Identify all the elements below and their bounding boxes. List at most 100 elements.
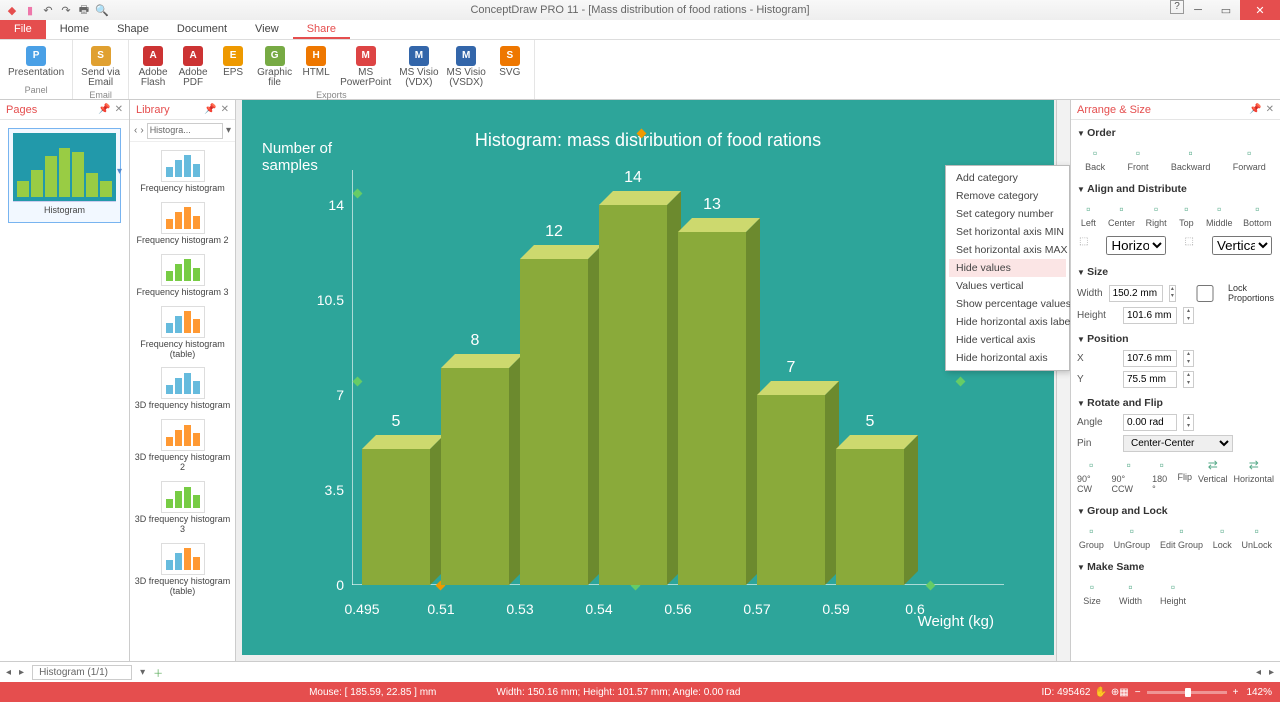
flip-action[interactable]: ⇄Vertical xyxy=(1198,458,1228,494)
height-input[interactable] xyxy=(1123,307,1177,324)
lock-proportions-checkbox[interactable] xyxy=(1188,285,1222,302)
arrange-action[interactable]: ▫Back xyxy=(1085,146,1105,172)
position-section[interactable]: Position xyxy=(1077,330,1274,348)
library-item[interactable]: Frequency histogram 3 xyxy=(130,250,235,302)
arrange-action[interactable]: ▫Group xyxy=(1079,524,1104,550)
tab-share[interactable]: Share xyxy=(293,20,350,39)
redo-icon[interactable]: ↷ xyxy=(60,4,72,16)
ribbon-item[interactable]: SSend viaEmail xyxy=(81,42,120,88)
save-icon[interactable]: ▮ xyxy=(24,4,36,16)
pin-icon[interactable]: 📌 xyxy=(1249,104,1261,115)
close-icon[interactable]: ✕ xyxy=(221,104,229,115)
ribbon-item[interactable]: PPresentation xyxy=(8,42,64,83)
library-item[interactable]: 3D frequency histogram xyxy=(130,363,235,415)
ribbon-item[interactable]: MMSPowerPoint xyxy=(340,42,391,88)
arrange-action[interactable]: ▫Top xyxy=(1177,202,1195,228)
x-spinner[interactable]: ▴▾ xyxy=(1183,350,1194,367)
selection-handle[interactable] xyxy=(353,189,363,199)
context-menu-item[interactable]: Hide horizontal axis xyxy=(949,349,1066,367)
preview-icon[interactable]: 🔍 xyxy=(96,4,108,16)
height-spinner[interactable]: ▴▾ xyxy=(1183,307,1194,324)
chart[interactable]: Histogram: mass distribution of food rat… xyxy=(242,100,1054,655)
arrange-action[interactable]: ▫Bottom xyxy=(1243,202,1272,228)
y-input[interactable] xyxy=(1123,371,1177,388)
page-thumbnail[interactable]: ▾ Histogram xyxy=(8,128,121,223)
scroll-right-icon[interactable]: ▸ xyxy=(1269,667,1274,678)
context-menu-item[interactable]: Remove category xyxy=(949,187,1066,205)
zoom-out-icon[interactable]: − xyxy=(1135,687,1141,698)
align-section[interactable]: Align and Distribute xyxy=(1077,180,1274,198)
arrange-action[interactable]: ▫Forward xyxy=(1233,146,1266,172)
context-menu-item[interactable]: Set horizontal axis MIN xyxy=(949,223,1066,241)
rotate-section[interactable]: Rotate and Flip xyxy=(1077,394,1274,412)
expand-icon[interactable]: ▾ xyxy=(117,166,122,177)
pin-icon[interactable]: 📌 xyxy=(204,104,216,115)
arrange-action[interactable]: ▫UnLock xyxy=(1242,524,1273,550)
close-icon[interactable]: ✕ xyxy=(115,104,123,115)
undo-icon[interactable]: ↶ xyxy=(42,4,54,16)
angle-input[interactable] xyxy=(1123,414,1177,431)
zoom-slider[interactable] xyxy=(1147,691,1227,694)
library-item[interactable]: Frequency histogram 2 xyxy=(130,198,235,250)
context-menu-item[interactable]: Set horizontal axis MAX xyxy=(949,241,1066,259)
arrange-action[interactable]: ▫Center xyxy=(1108,202,1135,228)
context-menu-item[interactable]: Set category number xyxy=(949,205,1066,223)
y-spinner[interactable]: ▴▾ xyxy=(1183,371,1194,388)
ribbon-item[interactable]: EEPS xyxy=(217,42,249,88)
library-selector[interactable]: Histogra... xyxy=(147,123,223,139)
arrange-action[interactable]: ▫Middle xyxy=(1206,202,1233,228)
library-item[interactable]: Frequency histogram (table) xyxy=(130,302,235,364)
size-section[interactable]: Size xyxy=(1077,263,1274,281)
tab-file[interactable]: File xyxy=(0,20,46,39)
canvas-area[interactable]: Histogram: mass distribution of food rat… xyxy=(236,100,1070,661)
tab-shape[interactable]: Shape xyxy=(103,20,163,39)
arrange-action[interactable]: ▫Size xyxy=(1083,580,1101,606)
arrange-action[interactable]: ▫Width xyxy=(1119,580,1142,606)
library-item[interactable]: 3D frequency histogram 2 xyxy=(130,415,235,477)
selection-handle[interactable] xyxy=(926,581,936,591)
library-item[interactable]: Frequency histogram xyxy=(130,146,235,198)
arrange-action[interactable]: ▫Edit Group xyxy=(1160,524,1203,550)
ribbon-item[interactable]: MMS Visio(VDX) xyxy=(399,42,438,88)
library-item[interactable]: 3D frequency histogram 3 xyxy=(130,477,235,539)
group-section[interactable]: Group and Lock xyxy=(1077,502,1274,520)
context-menu-item[interactable]: Values vertical xyxy=(949,277,1066,295)
arrange-action[interactable]: ▫Backward xyxy=(1171,146,1211,172)
prev-page-icon[interactable]: ◂ xyxy=(6,667,11,678)
distribute-h-select[interactable]: Horizontal xyxy=(1106,236,1166,255)
library-item[interactable]: 3D frequency histogram (table) xyxy=(130,539,235,601)
tab-document[interactable]: Document xyxy=(163,20,241,39)
arrange-action[interactable]: ▫Front xyxy=(1128,146,1149,172)
x-input[interactable] xyxy=(1123,350,1177,367)
maximize-button[interactable]: ▭ xyxy=(1212,0,1240,20)
close-button[interactable]: ✕ xyxy=(1240,0,1280,20)
context-menu-item[interactable]: Hide horizontal axis labels xyxy=(949,313,1066,331)
distribute-v-select[interactable]: Vertical xyxy=(1212,236,1272,255)
zoom-in-icon[interactable]: + xyxy=(1233,687,1239,698)
arrange-action[interactable]: ▫Left xyxy=(1079,202,1097,228)
context-menu-item[interactable]: Hide vertical axis xyxy=(949,331,1066,349)
tool-icon[interactable]: ▦ xyxy=(1119,687,1128,698)
ribbon-item[interactable]: AAdobeFlash xyxy=(137,42,169,88)
pin-icon[interactable]: 📌 xyxy=(98,104,110,115)
prev-icon[interactable]: ‹ xyxy=(134,125,137,136)
tab-home[interactable]: Home xyxy=(46,20,103,39)
context-menu-item[interactable]: Show percentage values xyxy=(949,295,1066,313)
page-selector[interactable]: Histogram (1/1) xyxy=(32,665,132,680)
close-icon[interactable]: ✕ xyxy=(1266,104,1274,115)
make-same-section[interactable]: Make Same xyxy=(1077,558,1274,576)
angle-spinner[interactable]: ▴▾ xyxy=(1183,414,1194,431)
next-icon[interactable]: › xyxy=(140,125,143,136)
arrange-action[interactable]: ▫Height xyxy=(1160,580,1186,606)
context-menu-item[interactable]: Hide values xyxy=(949,259,1066,277)
ribbon-item[interactable]: AAdobePDF xyxy=(177,42,209,88)
scroll-left-icon[interactable]: ◂ xyxy=(1256,667,1261,678)
add-page-icon[interactable]: ＋ xyxy=(153,665,163,680)
arrange-action[interactable]: ▫90° CW xyxy=(1077,458,1106,494)
tool-icon[interactable]: ⊕ xyxy=(1111,687,1119,698)
ribbon-item[interactable]: HHTML xyxy=(300,42,332,88)
selection-handle[interactable] xyxy=(956,377,966,387)
ribbon-item[interactable]: GGraphicfile xyxy=(257,42,292,88)
width-input[interactable] xyxy=(1109,285,1163,302)
width-spinner[interactable]: ▴▾ xyxy=(1169,285,1177,302)
